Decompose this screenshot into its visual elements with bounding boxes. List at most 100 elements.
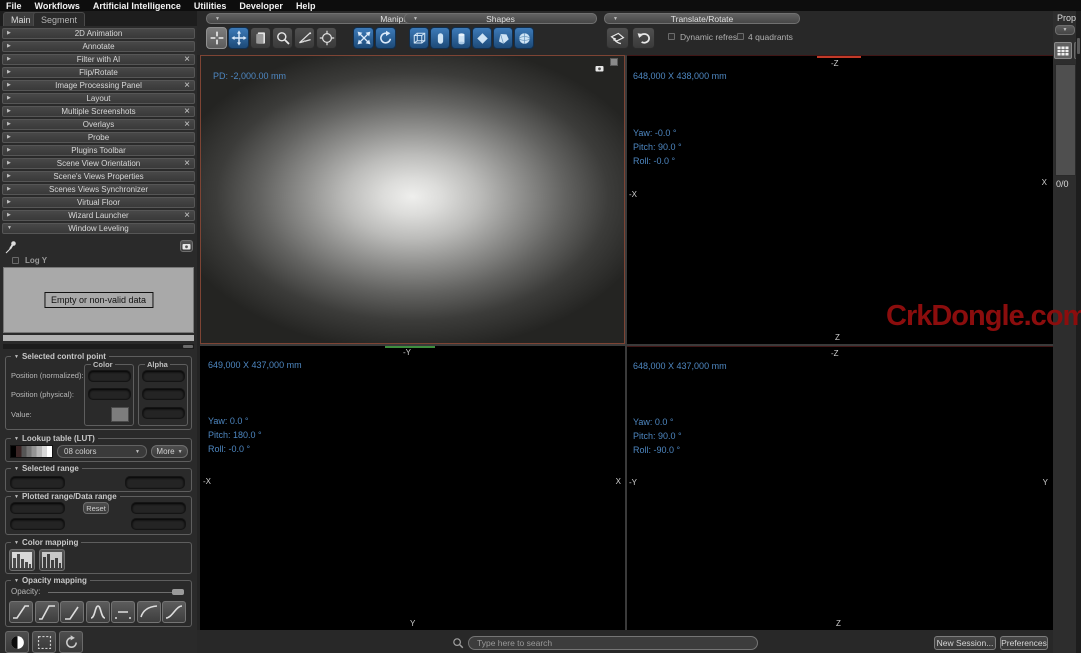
viewport-bottom-left[interactable]: -Y 649,000 X 437,000 mm Yaw: 0.0 ° Pitch… [200, 346, 625, 630]
lut-gradient-preview[interactable] [10, 445, 53, 458]
color-mapping-gradient-button[interactable] [39, 549, 65, 571]
expand-arrow-icon[interactable]: ▶ [7, 133, 15, 142]
collapse-arrow-icon[interactable]: ▼ [7, 224, 15, 233]
shape-polygon-button[interactable] [493, 27, 513, 49]
scrollbar-thumb[interactable] [1077, 38, 1080, 54]
alpha-position-normalized-field[interactable] [142, 370, 185, 382]
move-tool-button[interactable] [228, 27, 249, 49]
rotate-tool-button[interactable] [375, 27, 396, 49]
collapse-arrow-icon[interactable]: ▼ [14, 436, 19, 442]
menu-help[interactable]: Help [296, 1, 316, 11]
shape-cylinder-button[interactable] [451, 27, 471, 49]
opacity-curve-constant-button[interactable] [111, 601, 135, 623]
crosshair-tool-button[interactable] [206, 27, 227, 49]
collapse-arrow-icon[interactable]: ▼ [14, 540, 19, 546]
expand-arrow-icon[interactable]: ▶ [7, 81, 15, 90]
slice-tool-button[interactable] [250, 27, 271, 49]
opacity-curve-ramp-button[interactable] [35, 601, 59, 623]
plotted-range-max-field[interactable] [131, 502, 186, 514]
translate-rotate-toolbar-header[interactable]: ▼ Translate/Rotate [604, 13, 800, 24]
plotted-range-min-field[interactable] [10, 502, 65, 514]
selected-range-max-field[interactable] [125, 476, 185, 489]
expand-arrow-icon[interactable]: ▶ [7, 159, 15, 168]
expand-arrow-icon[interactable]: ▶ [7, 146, 15, 155]
sidebar-item-annotate[interactable]: ▶Annotate [2, 41, 195, 52]
contrast-button[interactable] [5, 631, 29, 653]
expand-arrow-icon[interactable]: ▶ [7, 185, 15, 194]
sidebar-item-plugins-toolbar[interactable]: ▶Plugins Toolbar [2, 145, 195, 156]
expand-arrow-icon[interactable]: ▶ [7, 68, 15, 77]
four-quadrants-checkbox[interactable] [737, 33, 744, 40]
histogram-area[interactable]: Empty or non-valid data [3, 267, 194, 333]
zoom-tool-button[interactable] [272, 27, 293, 49]
expand-arrow-icon[interactable]: ▶ [7, 55, 15, 64]
histogram-scrollbar[interactable] [3, 344, 194, 349]
close-icon[interactable]: × [184, 210, 190, 221]
sidebar-item-scene-view-orientation[interactable]: ▶Scene View Orientation× [2, 158, 195, 169]
sidebar-item-wizard-launcher[interactable]: ▶Wizard Launcher× [2, 210, 195, 221]
collapse-arrow-icon[interactable]: ▼ [14, 494, 19, 500]
opacity-curve-linear-button[interactable] [9, 601, 33, 623]
log-y-checkbox[interactable] [12, 257, 19, 264]
shape-diamond-button[interactable] [472, 27, 492, 49]
sidebar-item-scenes-views-synchronizer[interactable]: ▶Scenes Views Synchronizer [2, 184, 195, 195]
sidebar-item-filter-with-ai[interactable]: ▶Filter with AI× [2, 54, 195, 65]
scrollbar-thumb[interactable] [183, 345, 193, 348]
sidebar-item-window-leveling[interactable]: ▼Window Leveling [2, 223, 195, 234]
sidebar-item-image-processing-panel[interactable]: ▶Image Processing Panel× [2, 80, 195, 91]
close-icon[interactable]: × [184, 80, 190, 91]
color-mapping-histogram-button[interactable] [9, 549, 35, 571]
sidebar-item-virtual-floor[interactable]: ▶Virtual Floor [2, 197, 195, 208]
properties-dropdown-button[interactable]: ▼ [1055, 25, 1075, 35]
alpha-value-field[interactable] [142, 407, 185, 419]
expand-arrow-icon[interactable]: ▶ [7, 120, 15, 129]
color-position-physical-field[interactable] [88, 388, 131, 400]
search-input[interactable] [468, 636, 758, 650]
opacity-curve-ramp2-button[interactable] [60, 601, 84, 623]
chevron-down-icon[interactable]: ▼ [413, 16, 418, 22]
opacity-slider-handle[interactable] [172, 589, 184, 595]
close-icon[interactable]: × [184, 119, 190, 130]
menu-utilities[interactable]: Utilities [194, 1, 227, 11]
shape-capsule-button[interactable] [430, 27, 450, 49]
grid-view-button[interactable] [1054, 42, 1072, 59]
expand-arrow-icon[interactable]: ▶ [7, 107, 15, 116]
translate-button[interactable] [606, 27, 629, 49]
properties-list-area[interactable] [1055, 64, 1076, 176]
dynamic-refresh-checkbox[interactable] [668, 33, 675, 40]
data-range-min-field[interactable] [10, 518, 65, 530]
sidebar-item-layout[interactable]: ▶Layout [2, 93, 195, 104]
opacity-curve-gaussian-button[interactable] [86, 601, 110, 623]
close-icon[interactable]: × [184, 106, 190, 117]
selection-marquee-button[interactable] [32, 631, 56, 653]
color-swatch[interactable] [111, 407, 129, 422]
angle-tool-button[interactable] [294, 27, 315, 49]
alpha-position-physical-field[interactable] [142, 388, 185, 400]
viewport-top-left[interactable]: PD: -2,000.00 mm [200, 55, 625, 344]
sidebar-item-multiple-screenshots[interactable]: ▶Multiple Screenshots× [2, 106, 195, 117]
shapes-toolbar-header[interactable]: ▼ Shapes [404, 13, 597, 24]
chevron-down-icon[interactable]: ▼ [215, 16, 220, 22]
menu-workflows[interactable]: Workflows [35, 1, 80, 11]
expand-arrow-icon[interactable]: ▶ [7, 172, 15, 181]
tab-segment[interactable]: Segment [33, 12, 85, 26]
expand-arrow-icon[interactable]: ▶ [7, 94, 15, 103]
sidebar-item-probe[interactable]: ▶Probe [2, 132, 195, 143]
collapse-arrow-icon[interactable]: ▼ [14, 354, 19, 360]
target-tool-button[interactable] [316, 27, 337, 49]
opacity-slider-track[interactable] [48, 592, 181, 593]
camera-icon[interactable] [595, 59, 604, 77]
view-menu-icon[interactable] [610, 58, 618, 66]
reset-button[interactable]: Reset [83, 502, 109, 514]
color-position-normalized-field[interactable] [88, 370, 131, 382]
data-range-max-field[interactable] [131, 518, 186, 530]
reset-view-button[interactable] [59, 631, 83, 653]
close-icon[interactable]: × [184, 158, 190, 169]
menu-developer[interactable]: Developer [239, 1, 283, 11]
shape-cube-button[interactable] [409, 27, 429, 49]
rotate-back-button[interactable] [632, 27, 655, 49]
collapse-arrow-icon[interactable]: ▼ [14, 466, 19, 472]
sidebar-item-scenes-views-properties[interactable]: ▶Scene's Views Properties [2, 171, 195, 182]
preferences-button[interactable]: Preferences [1000, 636, 1048, 650]
close-icon[interactable]: × [184, 54, 190, 65]
